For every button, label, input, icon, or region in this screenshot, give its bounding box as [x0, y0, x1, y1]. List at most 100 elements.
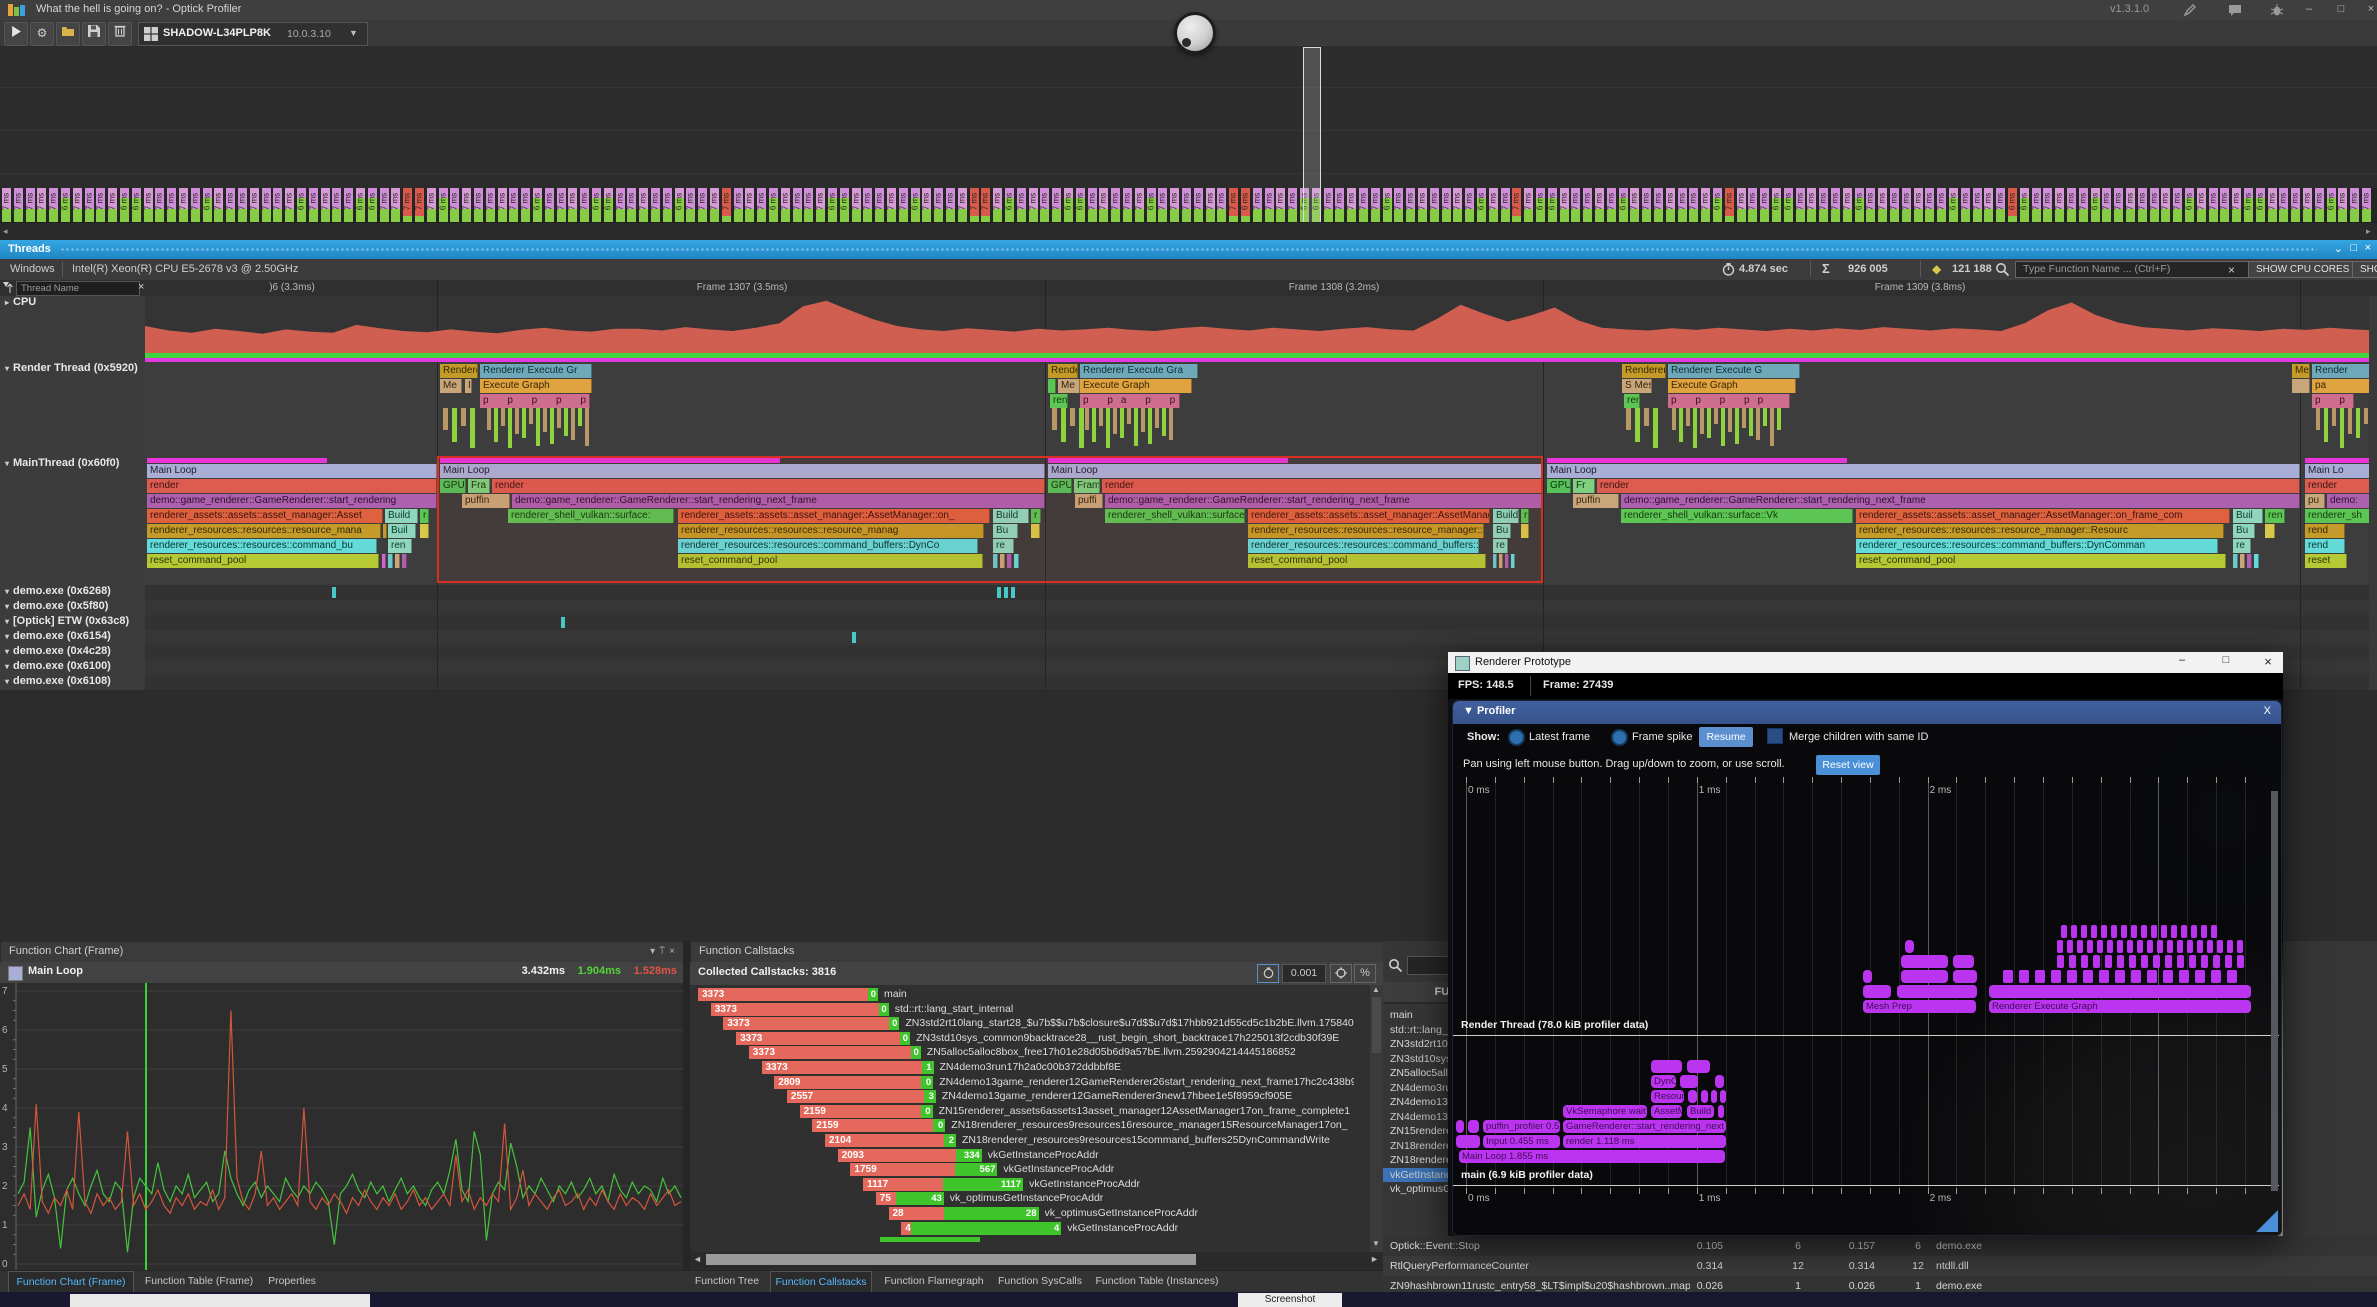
- frame-band-bar[interactable]: 6 ms: [1713, 188, 1722, 222]
- timeline-event-bar[interactable]: render: [1597, 479, 2300, 493]
- frame-band-bar[interactable]: 7 ms: [1111, 188, 1120, 222]
- frame-band-bar[interactable]: 7 ms: [1725, 188, 1734, 222]
- frame-band-bar[interactable]: 7 ms: [1206, 188, 1215, 222]
- render-sub-event[interactable]: [1085, 408, 1089, 430]
- flame-bar[interactable]: [1901, 970, 1948, 983]
- timeline-event-bar[interactable]: reset: [2305, 554, 2347, 568]
- render-sub-event[interactable]: [452, 408, 457, 442]
- flame-bar[interactable]: AssetMan: [1651, 1105, 1682, 1118]
- frame-band-bar[interactable]: 7 ms: [2303, 188, 2312, 222]
- render-sub-event[interactable]: [1070, 408, 1075, 426]
- flame-bar[interactable]: [2227, 970, 2237, 983]
- render-sub-event[interactable]: [1127, 408, 1131, 424]
- flame-bar[interactable]: [2179, 970, 2189, 983]
- render-sub-event[interactable]: [1120, 408, 1124, 438]
- timeline-event-bar[interactable]: [395, 554, 400, 568]
- flame-bar[interactable]: [1953, 955, 1974, 968]
- flame-bar[interactable]: [1863, 970, 1872, 983]
- frame-band-bar[interactable]: 6 ms: [675, 188, 684, 222]
- frame-band-bar[interactable]: 7 ms: [863, 188, 872, 222]
- frame-band-bar[interactable]: 7 ms: [1099, 188, 1108, 222]
- timeline-event-bar[interactable]: render: [2305, 479, 2377, 493]
- frame-band-bar[interactable]: 7 ms: [179, 188, 188, 222]
- callstacks-hscrollbar[interactable]: ◄ ►: [690, 1252, 1383, 1268]
- bug-report-icon[interactable]: [2270, 3, 2284, 17]
- render-sub-event[interactable]: [529, 408, 533, 424]
- render-sub-event[interactable]: [543, 408, 547, 432]
- function-table-row[interactable]: Optick::Event::Stop0.10560.1576demo.exe: [1383, 1236, 2377, 1256]
- callstack-row[interactable]: 7543vk_optimusGetInstanceProcAddr: [876, 1192, 1370, 1205]
- frame-band-bar[interactable]: 7 ms: [981, 188, 990, 222]
- flame-bar[interactable]: [1715, 1075, 1724, 1088]
- flame-bar[interactable]: Mesh Prep: [1863, 1000, 1976, 1013]
- frame-band-bar[interactable]: 6 ms: [368, 188, 377, 222]
- timeline-event-bar[interactable]: reset_command_pool: [1856, 554, 2226, 568]
- frame-band-bar[interactable]: 7 ms: [108, 188, 117, 222]
- event-tick[interactable]: [997, 587, 1001, 598]
- flame-bar[interactable]: [2197, 940, 2203, 953]
- timeline-event-bar[interactable]: I: [465, 379, 472, 393]
- timeline-event-bar[interactable]: [2254, 554, 2259, 568]
- frame-band-bar[interactable]: 7 ms: [1973, 188, 1982, 222]
- render-sub-event[interactable]: [501, 408, 505, 426]
- thread-label-cell[interactable]: ▾demo.exe (0x6108): [0, 675, 145, 691]
- render-sub-event[interactable]: [1728, 408, 1732, 432]
- flame-bar[interactable]: GameRenderer::start_rendering_next_frame…: [1563, 1120, 1726, 1133]
- frame-band-bar[interactable]: 7 ms: [1607, 188, 1616, 222]
- overlay-title-bar[interactable]: Renderer Prototype – □ ×: [1448, 652, 2283, 673]
- timeline-event-bar[interactable]: renderer_sh: [2305, 509, 2377, 523]
- render-sub-event[interactable]: [571, 408, 575, 440]
- frame-band-bar[interactable]: 7 ms: [2138, 188, 2147, 222]
- frame-band-bar[interactable]: 7 ms: [2173, 188, 2182, 222]
- frame-band-bar[interactable]: 7 ms: [2126, 188, 2135, 222]
- frame-band-bar[interactable]: 7 ms: [710, 188, 719, 222]
- render-sub-event[interactable]: [1686, 408, 1690, 426]
- expand-arrow-icon[interactable]: ▾: [5, 459, 9, 468]
- frame-band-bar[interactable]: 6 ms: [203, 188, 212, 222]
- percent-toggle-button[interactable]: %: [1354, 964, 1376, 983]
- flame-bar[interactable]: [2057, 940, 2063, 953]
- render-sub-event[interactable]: [2356, 408, 2360, 438]
- frame-band-bar[interactable]: 7 ms: [1040, 188, 1049, 222]
- frame-header-label[interactable]: Frame 1309 (3.8ms): [1875, 282, 1966, 293]
- flame-bar[interactable]: [2137, 940, 2143, 953]
- open-capture-button[interactable]: [56, 22, 80, 46]
- frame-band-bar[interactable]: 6 ms: [1241, 188, 1250, 222]
- profiler-flame-chart[interactable]: 0 ms0 ms1 ms1 ms2 ms2 msMesh PrepRendere…: [1453, 701, 2281, 1235]
- frame-band-bar[interactable]: 7 ms: [1819, 188, 1828, 222]
- frame-band-bar[interactable]: 7 ms: [1737, 188, 1746, 222]
- render-sub-event[interactable]: [550, 408, 554, 444]
- flame-bar[interactable]: [2077, 940, 2083, 953]
- timeline-event-bar[interactable]: render: [147, 479, 437, 493]
- frame-band-bar[interactable]: 7 ms: [262, 188, 271, 222]
- timeline-event-bar[interactable]: Renderer Execute Gr: [480, 364, 592, 378]
- flame-bar[interactable]: [2191, 925, 2197, 938]
- frame-band-bar[interactable]: 7 ms: [226, 188, 235, 222]
- timeline-event-bar[interactable]: renderer_resources::resources::resource_…: [1856, 524, 2224, 538]
- timeline-event-bar[interactable]: Rende: [1048, 364, 1078, 378]
- flame-bar[interactable]: DynCom: [1651, 1075, 1676, 1088]
- flame-bar[interactable]: [2161, 925, 2167, 938]
- timeline-event-bar[interactable]: rend: [2305, 539, 2345, 553]
- render-sub-event[interactable]: [1707, 408, 1711, 438]
- frame-band-bar[interactable]: 6 ms: [769, 188, 778, 222]
- thread-label-cell[interactable]: ▾demo.exe (0x6154): [0, 630, 145, 646]
- render-sub-event[interactable]: [494, 408, 498, 442]
- flame-bar[interactable]: [2097, 940, 2103, 953]
- callstack-row[interactable]: 33730ZN5alloc5alloc8box_free17h01e28d05b…: [749, 1046, 1370, 1059]
- timeline-event-bar[interactable]: renderer_assets::assets::asset_manager::…: [1856, 509, 2230, 523]
- flame-bar[interactable]: [2071, 925, 2077, 938]
- flame-bar[interactable]: [2131, 925, 2137, 938]
- thread-label-cell[interactable]: ▸CPU: [0, 296, 145, 363]
- frame-band-bar[interactable]: 7 ms: [1170, 188, 1179, 222]
- thread-label-cell[interactable]: ▾Render Thread (0x5920): [0, 362, 145, 458]
- flame-bar[interactable]: [2141, 955, 2148, 968]
- frame-band-bar[interactable]: 7 ms: [1501, 188, 1510, 222]
- frame-band-bar[interactable]: 7 ms: [1914, 188, 1923, 222]
- render-sub-event[interactable]: [1092, 408, 1096, 442]
- frame-band-bar[interactable]: 7 ms: [344, 188, 353, 222]
- frame-history-band[interactable]: 7 ms7 ms7 ms7 ms7 ms6 ms7 ms7 ms7 ms7 ms…: [0, 188, 2377, 222]
- flame-bar[interactable]: [2129, 955, 2136, 968]
- frame-band-bar[interactable]: 7 ms: [2350, 188, 2359, 222]
- flame-bar[interactable]: [1863, 985, 1891, 998]
